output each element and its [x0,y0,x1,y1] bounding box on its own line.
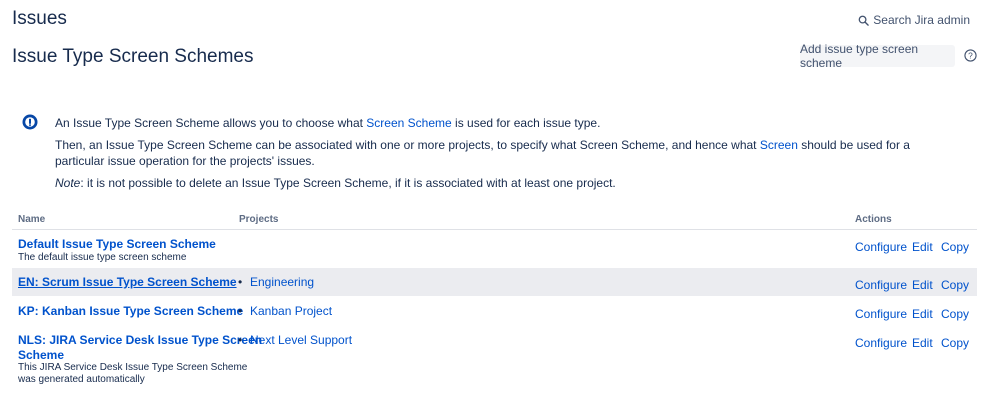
info-line-1: An Issue Type Screen Scheme allows you t… [55,116,601,130]
page-header-title: Issues [12,8,67,29]
scheme-name-link[interactable]: EN: Scrum Issue Type Screen Scheme [18,275,237,289]
project-link[interactable]: Next Level Support [250,333,352,347]
info-line-2: Then, an Issue Type Screen Scheme can be… [55,138,910,168]
bullet: • [238,275,243,289]
column-header-actions: Actions [855,214,892,225]
svg-text:?: ? [968,50,973,60]
scheme-description: The default issue type screen scheme [18,252,187,263]
note-label: Note [55,176,81,190]
search-jira-admin-label: Search Jira admin [873,13,970,27]
screen-link[interactable]: Screen [760,138,798,152]
project-link[interactable]: Engineering [250,275,314,289]
screen-scheme-link[interactable]: Screen Scheme [366,116,451,130]
column-header-name: Name [18,214,46,225]
help-icon[interactable]: ? [964,49,977,62]
bullet: • [238,333,243,347]
page-title: Issue Type Screen Schemes [12,46,254,67]
edit-link[interactable]: Edit [912,240,933,254]
info-note: Note: it is not possible to delete an Is… [55,176,616,190]
configure-link[interactable]: Configure [855,307,907,321]
copy-link[interactable]: Copy [941,278,969,292]
edit-link[interactable]: Edit [912,278,933,292]
project-link[interactable]: Kanban Project [250,304,332,318]
scheme-name-link[interactable]: NLS: JIRA Service Desk Issue Type Screen… [18,333,262,362]
search-icon [858,15,870,26]
scheme-name-link[interactable]: Default Issue Type Screen Scheme [18,237,216,251]
configure-link[interactable]: Configure [855,336,907,350]
copy-link[interactable]: Copy [941,240,969,254]
edit-link[interactable]: Edit [912,307,933,321]
info-icon [22,114,38,130]
configure-link[interactable]: Configure [855,240,907,254]
copy-link[interactable]: Copy [941,307,969,321]
table-header-divider [12,229,977,230]
column-header-projects: Projects [239,214,279,225]
scheme-name-link[interactable]: KP: Kanban Issue Type Screen Scheme [18,304,243,318]
scheme-description: This JIRA Service Desk Issue Type Screen… [18,362,248,385]
configure-link[interactable]: Configure [855,278,907,292]
copy-link[interactable]: Copy [941,336,969,350]
add-issue-type-screen-scheme-button[interactable]: Add issue type screen scheme [800,42,955,70]
bullet: • [238,304,243,318]
search-jira-admin-link[interactable]: Search Jira admin [858,13,970,27]
edit-link[interactable]: Edit [912,336,933,350]
